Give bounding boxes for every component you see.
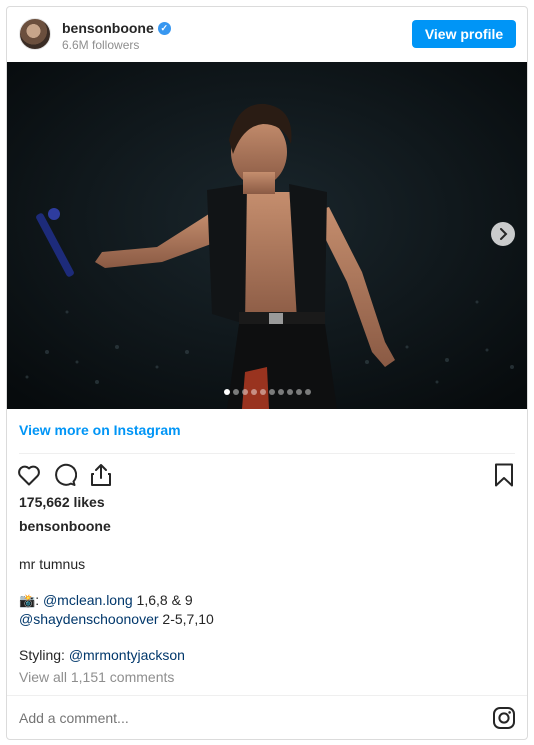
carousel-dot[interactable] bbox=[295, 389, 302, 395]
caption-line: Styling: @mrmontyjackson bbox=[19, 646, 214, 664]
comment-input[interactable] bbox=[19, 710, 469, 726]
next-slide-button[interactable] bbox=[491, 222, 515, 246]
save-button[interactable] bbox=[493, 463, 515, 487]
caption-author[interactable]: bensonboone bbox=[19, 518, 111, 534]
view-profile-button[interactable]: View profile bbox=[412, 20, 516, 48]
caption-text: : bbox=[35, 592, 43, 608]
post-image[interactable] bbox=[7, 62, 527, 409]
carousel-dot[interactable] bbox=[241, 389, 248, 395]
mention-link[interactable]: @mclean.long bbox=[43, 592, 133, 608]
camera-emoji: 📸 bbox=[19, 593, 36, 608]
username-link[interactable]: bensonboone bbox=[62, 20, 154, 36]
post-header: bensonboone ✓ 6.6M followers View profil… bbox=[7, 7, 527, 62]
like-count: 175,662 likes bbox=[19, 494, 105, 510]
caption-line: @shaydenschoonover 2-5,7,10 bbox=[19, 610, 214, 628]
divider bbox=[19, 453, 515, 454]
chevron-right-icon bbox=[500, 228, 508, 240]
comment-icon bbox=[55, 463, 77, 486]
action-bar bbox=[17, 460, 113, 490]
caption-line: mr tumnus bbox=[19, 556, 86, 572]
view-more-link[interactable]: View more on Instagram bbox=[19, 422, 181, 438]
carousel-dot[interactable] bbox=[268, 389, 275, 395]
instagram-icon bbox=[493, 707, 515, 729]
view-all-comments-link[interactable]: View all 1,151 comments bbox=[19, 669, 174, 685]
caption-text: Styling: bbox=[19, 647, 69, 663]
share-button[interactable] bbox=[89, 463, 113, 487]
carousel-dot[interactable] bbox=[286, 389, 293, 395]
mention-link[interactable]: @shaydenschoonover bbox=[19, 611, 159, 627]
caption-text: mr tumnus 📸: @mclean.long 1,6,8 & 9 @sha… bbox=[19, 555, 214, 664]
follower-count: 6.6M followers bbox=[62, 38, 140, 52]
share-icon bbox=[91, 464, 111, 486]
like-button[interactable] bbox=[17, 463, 41, 487]
verified-badge-icon: ✓ bbox=[157, 21, 171, 35]
instagram-embed-card: bensonboone ✓ 6.6M followers View profil… bbox=[6, 6, 528, 740]
carousel-dot[interactable] bbox=[259, 389, 266, 395]
username-row: bensonboone ✓ bbox=[62, 20, 171, 36]
instagram-logo-link[interactable] bbox=[492, 706, 516, 730]
carousel-dot[interactable] bbox=[304, 389, 311, 395]
caption-text: 2-5,7,10 bbox=[158, 611, 214, 627]
divider bbox=[7, 695, 527, 696]
bookmark-icon bbox=[495, 463, 513, 487]
concert-photo bbox=[7, 62, 527, 409]
caption-line: 📸: @mclean.long 1,6,8 & 9 bbox=[19, 591, 214, 610]
carousel-dots bbox=[7, 389, 527, 395]
carousel-dot[interactable] bbox=[250, 389, 257, 395]
heart-icon bbox=[18, 465, 40, 486]
caption-text: 1,6,8 & 9 bbox=[132, 592, 193, 608]
carousel-dot[interactable] bbox=[223, 389, 230, 395]
carousel-dot[interactable] bbox=[232, 389, 239, 395]
comment-button[interactable] bbox=[53, 463, 77, 487]
avatar[interactable] bbox=[19, 18, 51, 50]
carousel-dot[interactable] bbox=[277, 389, 284, 395]
mention-link[interactable]: @mrmontyjackson bbox=[69, 647, 185, 663]
